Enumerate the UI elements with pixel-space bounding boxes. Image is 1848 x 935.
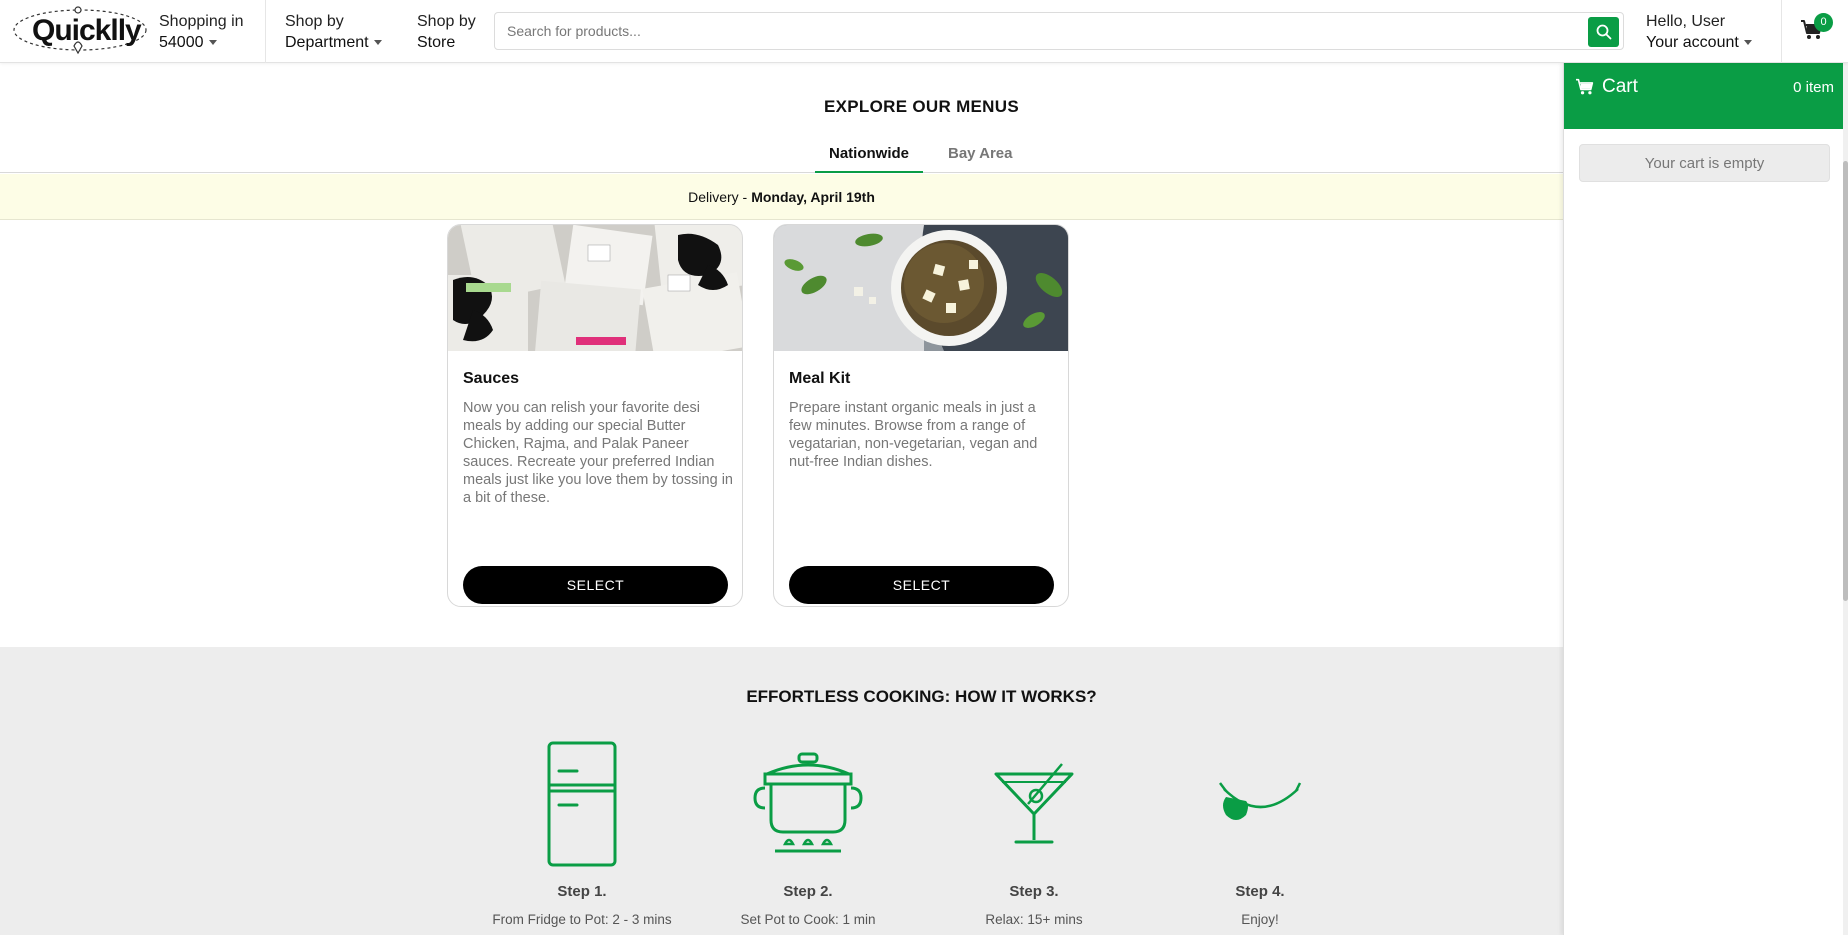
- menu-card-meal-kit: Meal Kit Prepare instant organic meals i…: [773, 224, 1069, 607]
- step-text: Set Pot to Cook: 1 min: [740, 912, 876, 927]
- location-value: 54000: [159, 34, 204, 51]
- cart-count-badge: 0: [1814, 13, 1833, 32]
- store-label: Shop by: [417, 13, 476, 30]
- chevron-down-icon: [373, 40, 382, 46]
- logo-text: Quicklly: [32, 14, 142, 47]
- quicklly-logo[interactable]: Quicklly: [12, 6, 148, 56]
- header-divider: [1781, 0, 1782, 63]
- cooking-pot-icon: [753, 752, 863, 853]
- select-sauces-button[interactable]: SELECT: [463, 566, 728, 604]
- step-text: Relax: 15+ mins: [985, 912, 1083, 927]
- step-label: Step 4.: [1235, 883, 1285, 900]
- step-1: Step 1. From Fridge to Pot: 2 - 3 mins: [482, 739, 682, 927]
- account-menu[interactable]: Hello, User Your account: [1646, 11, 1752, 53]
- account-greeting: Hello, User: [1646, 13, 1726, 30]
- shop-by-department-menu[interactable]: Shop by Department: [285, 11, 382, 53]
- location-selector[interactable]: Shopping in 54000: [159, 11, 244, 53]
- how-it-works-heading: EFFORTLESS COOKING: HOW IT WORKS?: [746, 687, 1097, 706]
- page-scrollbar[interactable]: [1843, 63, 1848, 935]
- card-title: Meal Kit: [789, 370, 851, 387]
- card-description: Prepare instant organic meals in just a …: [789, 400, 1038, 470]
- chevron-down-icon: [1743, 40, 1752, 46]
- step-text: Enjoy!: [1241, 912, 1279, 927]
- department-value: Department: [285, 34, 369, 51]
- tab-bay-area[interactable]: Bay Area: [934, 143, 1026, 173]
- sauces-image: [448, 225, 742, 351]
- location-label: Shopping in: [159, 13, 244, 30]
- tab-nationwide[interactable]: Nationwide: [815, 143, 924, 173]
- scrollbar-thumb[interactable]: [1843, 161, 1848, 601]
- step-text: From Fridge to Pot: 2 - 3 mins: [492, 912, 672, 927]
- step-label: Step 3.: [1009, 883, 1059, 900]
- menu-tabs: Nationwide Bay Area: [0, 139, 1563, 173]
- step-4: Step 4. Enjoy!: [1160, 739, 1360, 927]
- main-content: EXPLORE OUR MENUS Nationwide Bay Area De…: [0, 63, 1563, 935]
- cart-title-group: Cart: [1575, 76, 1638, 98]
- cart-empty-message: Your cart is empty: [1579, 144, 1830, 182]
- cart-header: Cart 0 item: [1564, 63, 1844, 129]
- shopping-cart-icon: [1576, 78, 1594, 95]
- search-bar: [494, 12, 1624, 50]
- menu-card-sauces: Sauces Now you can relish your favorite …: [447, 224, 743, 607]
- shop-by-store-link[interactable]: Shop by Store: [417, 11, 476, 53]
- delivery-prefix: Delivery -: [688, 189, 748, 205]
- site-header: Quicklly Shopping in 54000 Shop by Depar…: [0, 0, 1848, 63]
- cart-sidebar: Cart 0 item Your cart is empty: [1563, 63, 1848, 935]
- card-description: Now you can relish your favorite desi me…: [463, 400, 733, 506]
- search-icon: [1596, 24, 1611, 40]
- search-button[interactable]: [1588, 17, 1619, 47]
- chevron-down-icon: [208, 40, 217, 46]
- fridge-icon: [547, 741, 617, 867]
- how-it-works-section: EFFORTLESS COOKING: HOW IT WORKS? Step 1…: [0, 647, 1563, 935]
- department-label: Shop by: [285, 13, 344, 30]
- meal-kit-image: [774, 225, 1068, 351]
- step-2: Step 2. Set Pot to Cook: 1 min: [708, 739, 908, 927]
- cart-title: Cart: [1602, 76, 1638, 97]
- step-3: Step 3. Relax: 15+ mins: [934, 739, 1134, 927]
- search-input[interactable]: [495, 13, 1585, 49]
- select-meal-kit-button[interactable]: SELECT: [789, 566, 1054, 604]
- account-label: Your account: [1646, 34, 1739, 51]
- store-value: Store: [417, 34, 456, 51]
- header-divider: [265, 0, 266, 63]
- cart-item-count: 0 item: [1793, 79, 1834, 96]
- delivery-date-banner: Delivery - Monday, April 19th: [0, 174, 1563, 220]
- step-label: Step 1.: [557, 883, 607, 900]
- card-title: Sauces: [463, 370, 520, 387]
- smile-icon: [1219, 782, 1302, 820]
- explore-menus-heading: EXPLORE OUR MENUS: [824, 97, 1019, 116]
- cocktail-icon: [994, 763, 1074, 844]
- delivery-date: Monday, April 19th: [751, 189, 875, 205]
- step-label: Step 2.: [783, 883, 833, 900]
